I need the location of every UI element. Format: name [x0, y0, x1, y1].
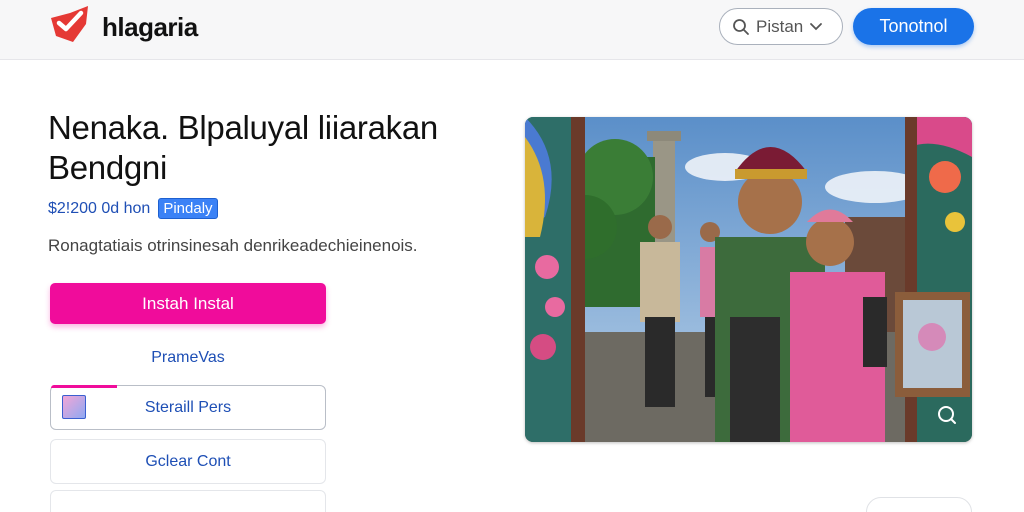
search-dropdown[interactable]: Pistan	[719, 8, 843, 45]
secondary-link[interactable]: PrameVas	[50, 343, 326, 373]
option-1-label: Steraill Pers	[144, 398, 232, 416]
listing-title: Nenaka. Blpaluyal liiarakan Bendgni	[48, 109, 438, 186]
listing-description: Ronagtatiais otrinsinesah denrikeadechie…	[48, 236, 418, 255]
corner-button[interactable]	[866, 497, 972, 512]
checkmark-logo-icon[interactable]	[48, 4, 92, 44]
brand-name[interactable]: hlagaria	[102, 12, 198, 43]
header-cta-button[interactable]: Tonotnol	[853, 8, 974, 45]
option-card-3[interactable]	[50, 490, 326, 512]
option-2-label: Gclear Cont	[145, 452, 231, 470]
checkbox-icon[interactable]	[62, 395, 86, 419]
option-card-2[interactable]: Gclear Cont	[50, 439, 326, 484]
install-button[interactable]: Instah Instal	[50, 283, 326, 324]
price-text: $2!200 0d hon	[48, 199, 151, 217]
expand-icon[interactable]	[934, 402, 958, 426]
search-icon	[733, 18, 749, 35]
search-label: Pistan	[756, 16, 804, 36]
chevron-down-icon	[810, 22, 823, 30]
price-row: $2!200 0d hon Pindaly	[48, 198, 218, 219]
top-bar: hlagaria Pistan Tonotnol	[0, 0, 1024, 60]
hero-photo	[525, 117, 972, 442]
option-card-1[interactable]: Steraill Pers	[50, 385, 326, 430]
status-badge: Pindaly	[158, 198, 218, 219]
option-progress-bar	[51, 385, 117, 388]
